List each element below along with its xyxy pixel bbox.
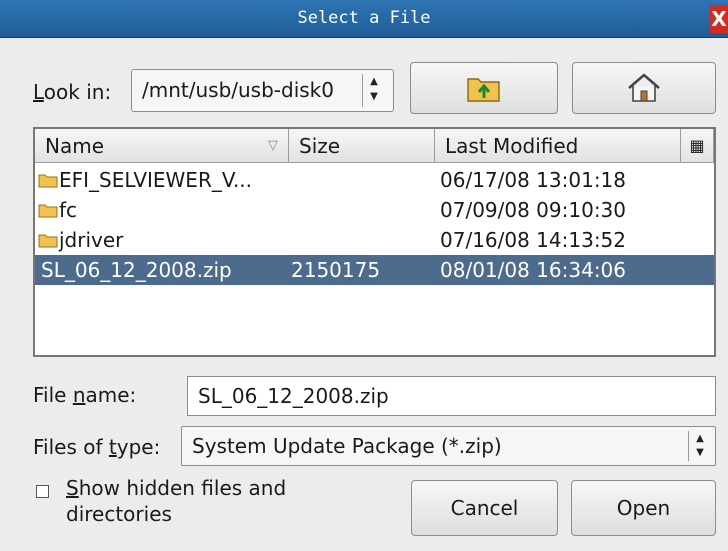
column-header-modified[interactable]: Last Modified xyxy=(435,129,681,163)
show-hidden-checkbox[interactable] xyxy=(36,485,49,498)
folder-icon xyxy=(38,204,58,218)
file-modified-cell: 07/09/08 09:10:30 xyxy=(440,198,627,222)
file-type-combo[interactable]: System Update Package (*.zip) ▲ ▼ xyxy=(181,426,716,466)
column-header-size[interactable]: Size xyxy=(289,129,435,163)
look-in-combo[interactable]: /mnt/usb/usb-disk0 ▲ ▼ xyxy=(131,69,394,112)
column-size-label: Size xyxy=(299,134,341,158)
folder-icon xyxy=(38,234,58,248)
look-in-value: /mnt/usb/usb-disk0 xyxy=(142,78,334,102)
folder-up-icon xyxy=(467,78,500,102)
file-modified-cell: 06/17/08 13:01:18 xyxy=(440,168,627,192)
home-icon xyxy=(628,73,660,102)
sort-indicator-icon: ▽ xyxy=(268,138,278,153)
column-header-name[interactable]: Name ▽ xyxy=(35,129,289,163)
table-row[interactable]: fc 07/09/08 09:10:30 xyxy=(35,195,714,225)
file-name-text: SL_06_12_2008.zip xyxy=(41,258,232,282)
file-name-text: EFI_SELVIEWER_V... xyxy=(59,168,253,192)
open-button[interactable]: Open xyxy=(571,480,716,536)
file-name-cell: SL_06_12_2008.zip xyxy=(41,255,232,285)
file-name-label: File name: xyxy=(33,383,137,407)
file-size-cell: 2150175 xyxy=(291,258,381,282)
file-name-cell: fc xyxy=(38,195,77,225)
cancel-button[interactable]: Cancel xyxy=(411,480,558,536)
file-type-value: System Update Package (*.zip) xyxy=(192,434,502,458)
column-name-label: Name xyxy=(45,134,105,158)
table-row[interactable]: jdriver 07/16/08 14:13:52 xyxy=(35,225,714,255)
file-name-cell: jdriver xyxy=(38,225,123,255)
column-modified-label: Last Modified xyxy=(445,134,579,158)
table-row[interactable]: EFI_SELVIEWER_V... 06/17/08 13:01:18 xyxy=(35,165,714,195)
file-type-spinner[interactable]: ▲ ▼ xyxy=(688,431,711,461)
spin-down-icon: ▼ xyxy=(696,447,704,458)
column-options-button[interactable]: ▦ xyxy=(681,129,714,163)
table-row[interactable]: SL_06_12_2008.zip 2150175 08/01/08 16:34:0… xyxy=(35,255,714,285)
file-name-input[interactable]: SL_06_12_2008.zip xyxy=(187,376,716,416)
folder-icon xyxy=(38,174,58,188)
show-hidden-label[interactable]: Show hidden files and directories xyxy=(66,475,286,527)
spin-up-icon: ▲ xyxy=(370,76,378,87)
file-name-text: jdriver xyxy=(59,228,124,252)
file-name-cell: EFI_SELVIEWER_V... xyxy=(38,165,252,195)
parent-folder-button[interactable] xyxy=(410,62,558,114)
close-button[interactable]: X xyxy=(710,5,728,33)
file-list[interactable]: Name ▽ Size Last Modified ▦ EFI_SELVIEWE… xyxy=(33,127,716,357)
file-type-label: Files of type: xyxy=(33,435,161,459)
file-modified-cell: 07/16/08 14:13:52 xyxy=(440,228,627,252)
home-button[interactable] xyxy=(572,62,716,114)
column-options-icon: ▦ xyxy=(689,136,705,155)
file-modified-cell: 08/01/08 16:34:06 xyxy=(440,258,627,282)
window-title: Select a File xyxy=(297,8,431,28)
file-name-text: fc xyxy=(59,198,78,222)
look-in-spinner[interactable]: ▲ ▼ xyxy=(362,74,385,107)
spin-down-icon: ▼ xyxy=(370,91,378,102)
spin-up-icon: ▲ xyxy=(696,433,704,444)
file-name-value: SL_06_12_2008.zip xyxy=(198,384,389,408)
look-in-label: Look in: xyxy=(33,80,112,104)
